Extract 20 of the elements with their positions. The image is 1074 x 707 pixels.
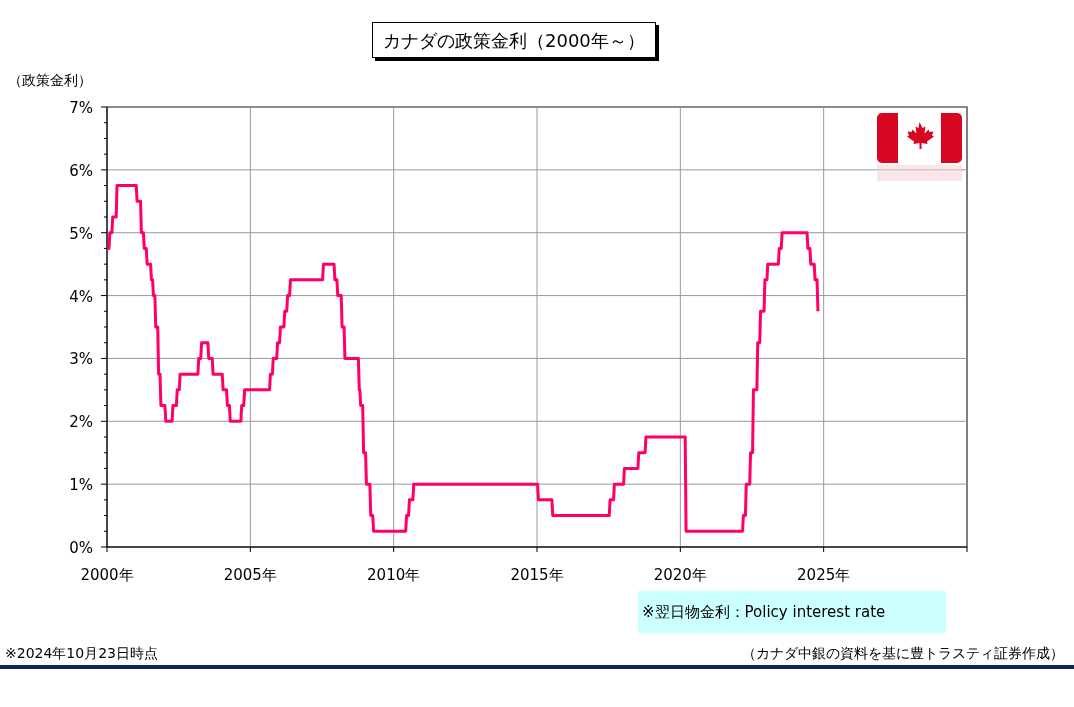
flag-icon xyxy=(877,113,962,181)
axis-label: 2025年 xyxy=(797,566,851,584)
axis-label: 6% xyxy=(69,161,93,180)
axis-label: 7% xyxy=(69,99,93,117)
axis-label: 2020年 xyxy=(653,566,707,584)
footnote: ※2024年10月23日時点 xyxy=(5,645,158,663)
axis-label: 4% xyxy=(69,287,93,306)
axis-label: 0% xyxy=(69,539,93,557)
legend-note: ※翌日物金利：Policy interest rate xyxy=(638,591,946,633)
axis-label: 2% xyxy=(69,413,93,432)
axis-title: （政策金利） xyxy=(8,72,92,90)
source-note: （カナダ中銀の資料を基に豊トラスティ証券作成） xyxy=(742,645,1064,663)
axis-label: 2000年 xyxy=(80,566,134,584)
axis-label: 1% xyxy=(69,476,93,495)
axis-label: 5% xyxy=(69,224,93,243)
axis-label: 2005年 xyxy=(223,566,277,584)
axis-label: 2015年 xyxy=(510,566,564,584)
chart-title: カナダの政策金利（2000年～） xyxy=(372,22,656,58)
axis-label: 2010年 xyxy=(367,566,421,584)
axis-label: 3% xyxy=(69,350,93,369)
